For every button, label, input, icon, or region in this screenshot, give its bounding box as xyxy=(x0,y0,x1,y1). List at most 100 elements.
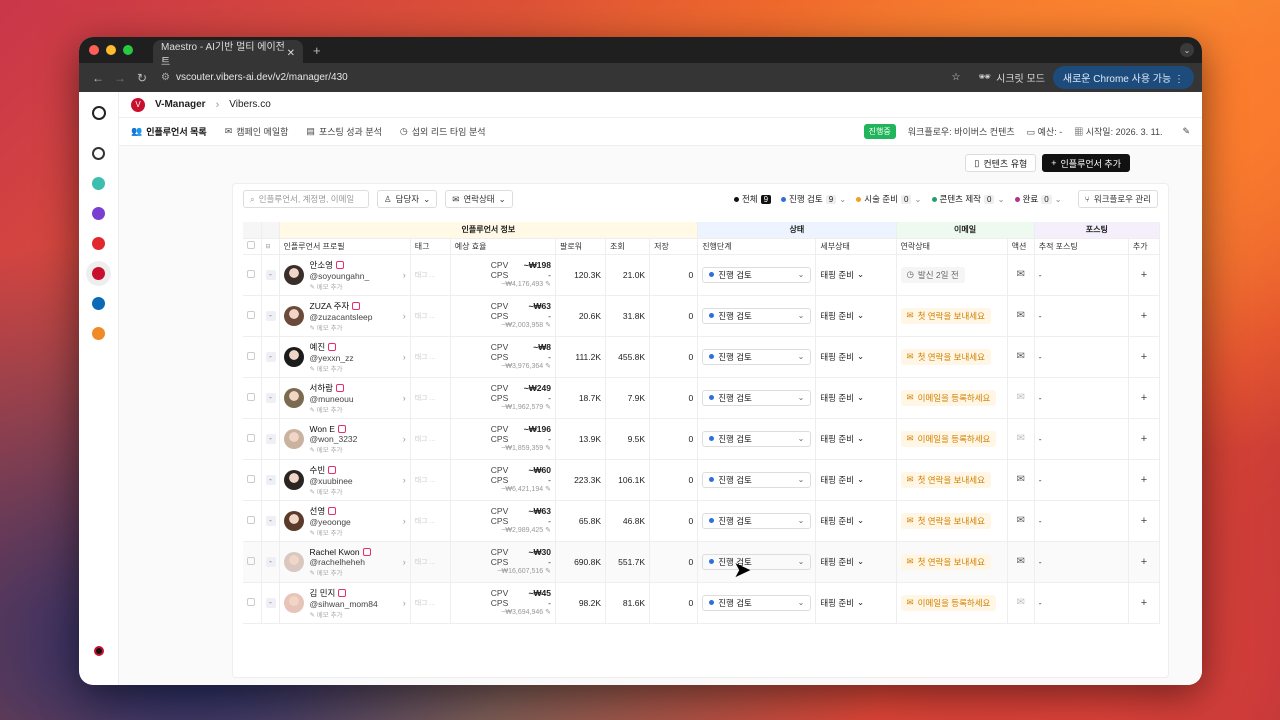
contact-status-badge[interactable]: ✉ 첫 연락을 보내세요 xyxy=(900,307,991,324)
memo-add[interactable]: 메모 추가 xyxy=(317,489,343,496)
add-posting-button[interactable]: + xyxy=(1128,500,1161,542)
contact-status-badge[interactable]: ◷ 발신 2일 전 xyxy=(900,266,965,283)
substatus-dropdown[interactable]: 태핑 준비 ⌄ xyxy=(820,556,891,568)
add-posting-button[interactable]: + xyxy=(1128,295,1161,337)
memo-add[interactable]: 메모 추가 xyxy=(317,407,343,414)
header-views[interactable]: 조회 xyxy=(605,238,651,255)
tag-cell[interactable]: 태그 ... xyxy=(410,459,451,501)
stat-3[interactable]: 콘텐츠 제작 0 ⌄ xyxy=(931,193,1005,205)
substatus-dropdown[interactable]: 태핑 준비 ⌄ xyxy=(820,515,891,527)
substatus-dropdown[interactable]: 태핑 준비 ⌄ xyxy=(820,597,891,609)
profile-cell[interactable]: 안소영 @soyoungahn_ ✎ 메모 추가 › xyxy=(279,254,411,296)
table-row[interactable]: - 예진 @yexxn_zz ✎ 메모 추가 › 태그 ... CPV ~₩8 C… xyxy=(243,336,1161,378)
row-checkbox[interactable] xyxy=(243,254,262,296)
tab-influencer-list[interactable]: 👥 인플루언서 목록 xyxy=(131,118,207,146)
stage-dropdown[interactable]: 진행 검토 ⌄ xyxy=(702,430,812,447)
header-contact[interactable]: 연락상태 xyxy=(896,238,1008,255)
row-collapse[interactable]: - xyxy=(261,541,280,583)
browser-tab[interactable]: Maestro - AI기반 멀티 에이전트 ✕ xyxy=(153,40,303,68)
contact-status-filter[interactable]: ✉ 연락상태 ⌄ xyxy=(445,190,513,208)
stage-dropdown[interactable]: 진행 검토 ⌄ xyxy=(702,553,812,570)
substatus-dropdown[interactable]: 태핑 준비 ⌄ xyxy=(820,433,891,445)
table-row[interactable]: - Rachel Kwon @rachelheheh ✎ 메모 추가 › 태그 … xyxy=(243,541,1161,583)
row-checkbox[interactable] xyxy=(243,336,262,378)
stat-4[interactable]: 완료 0 ⌄ xyxy=(1014,193,1062,205)
substatus-dropdown[interactable]: 태핑 준비 ⌄ xyxy=(820,310,891,322)
add-posting-button[interactable]: + xyxy=(1128,582,1161,624)
owner-filter[interactable]: ♙ 담당자 ⌄ xyxy=(377,190,438,208)
profile-cell[interactable]: 예진 @yexxn_zz ✎ 메모 추가 › xyxy=(279,336,411,378)
send-mail-button[interactable]: ✉ xyxy=(1007,377,1035,419)
row-collapse[interactable]: - xyxy=(261,295,280,337)
memo-add[interactable]: 메모 추가 xyxy=(317,530,343,537)
stat-1[interactable]: 진행 검토 9 ⌄ xyxy=(781,193,846,205)
send-mail-button[interactable]: ✉ xyxy=(1007,418,1035,460)
tag-cell[interactable]: 태그 ... xyxy=(410,377,451,419)
contact-status-badge[interactable]: ✉ 첫 연락을 보내세요 xyxy=(900,348,991,365)
edit-icon[interactable]: ✎ xyxy=(545,445,551,452)
stage-dropdown[interactable]: 진행 검토 ⌄ xyxy=(702,512,812,529)
edit-icon[interactable]: ✎ xyxy=(545,404,551,411)
tag-cell[interactable]: 태그 ... xyxy=(410,582,451,624)
row-collapse[interactable]: - xyxy=(261,336,280,378)
app-icon-2[interactable] xyxy=(92,177,105,190)
memo-add[interactable]: 메모 추가 xyxy=(317,612,343,619)
stat-0[interactable]: 전체 9 xyxy=(733,193,772,205)
substatus-dropdown[interactable]: 태핑 준비 ⌄ xyxy=(820,351,891,363)
tag-cell[interactable]: 태그 ... xyxy=(410,254,451,296)
content-type-button[interactable]: ▯ 컨텐츠 유형 xyxy=(965,154,1037,172)
contact-status-badge[interactable]: ✉ 이메일을 등록하세요 xyxy=(900,594,997,611)
stage-dropdown[interactable]: 진행 검토 ⌄ xyxy=(702,348,812,365)
contact-status-badge[interactable]: ✉ 첫 연락을 보내세요 xyxy=(900,471,991,488)
app-icon-4[interactable] xyxy=(92,237,105,250)
add-posting-button[interactable]: + xyxy=(1128,336,1161,378)
app-icon-3[interactable] xyxy=(92,207,105,220)
tab-lead-time-analysis[interactable]: ◷ 섭외 리드 타임 분석 xyxy=(400,118,486,146)
send-mail-button[interactable]: ✉ xyxy=(1007,295,1035,337)
edit-icon[interactable]: ✎ xyxy=(545,281,551,288)
send-mail-button[interactable]: ✉ xyxy=(1007,254,1035,296)
tag-cell[interactable]: 태그 ... xyxy=(410,500,451,542)
edit-icon[interactable]: ✎ xyxy=(545,609,551,616)
tab-posting-analysis[interactable]: ▤ 포스팅 성과 분석 xyxy=(306,118,381,146)
row-collapse[interactable]: - xyxy=(261,582,280,624)
send-mail-button[interactable]: ✉ xyxy=(1007,500,1035,542)
substatus-dropdown[interactable]: 태핑 준비 ⌄ xyxy=(820,392,891,404)
header-profile[interactable]: 인플루언서 프로필 xyxy=(279,238,411,255)
row-checkbox[interactable] xyxy=(243,295,262,337)
tab-campaign-mailbox[interactable]: ✉ 캠페인 메일함 xyxy=(225,118,289,146)
add-posting-button[interactable]: + xyxy=(1128,254,1161,296)
table-row[interactable]: - 선영 @yeoonge ✎ 메모 추가 › 태그 ... CPV ~₩63 C… xyxy=(243,500,1161,542)
header-efficiency[interactable]: 예상 효율 xyxy=(450,238,556,255)
table-row[interactable]: - Won E @won_3232 ✎ 메모 추가 › 태그 ... CPV ~₩… xyxy=(243,418,1161,460)
table-row[interactable]: - 안소영 @soyoungahn_ ✎ 메모 추가 › 태그 ... CPV ~… xyxy=(243,254,1161,296)
profile-cell[interactable]: ZUZA 주자 @zuzacantsleep ✎ 메모 추가 › xyxy=(279,295,411,337)
edit-icon[interactable]: ✎ xyxy=(545,363,551,370)
add-posting-button[interactable]: + xyxy=(1128,377,1161,419)
send-mail-button[interactable]: ✉ xyxy=(1007,336,1035,378)
stage-dropdown[interactable]: 진행 검토 ⌄ xyxy=(702,471,812,488)
new-tab-icon[interactable]: + xyxy=(313,43,321,58)
header-tracked[interactable]: 추적 포스팅 xyxy=(1034,238,1129,255)
row-collapse[interactable]: - xyxy=(261,377,280,419)
edit-icon[interactable]: ✎ xyxy=(545,322,551,329)
row-checkbox[interactable] xyxy=(243,459,262,501)
memo-add[interactable]: 메모 추가 xyxy=(317,325,343,332)
stage-dropdown[interactable]: 진행 검토 ⌄ xyxy=(702,307,812,324)
user-avatar[interactable] xyxy=(93,646,104,656)
stage-dropdown[interactable]: 진행 검토 ⌄ xyxy=(702,594,812,611)
substatus-dropdown[interactable]: 태핑 준비 ⌄ xyxy=(820,474,891,486)
header-tags[interactable]: 태그 xyxy=(410,238,451,255)
forward-icon[interactable]: → xyxy=(109,71,131,85)
row-checkbox[interactable] xyxy=(243,418,262,460)
row-collapse[interactable]: - xyxy=(261,254,280,296)
substatus-dropdown[interactable]: 태핑 준비 ⌄ xyxy=(820,269,891,281)
row-checkbox[interactable] xyxy=(243,500,262,542)
maximize-window-button[interactable] xyxy=(123,45,133,55)
edit-icon[interactable]: ✎ xyxy=(1182,126,1190,137)
row-checkbox[interactable] xyxy=(243,582,262,624)
chrome-update-button[interactable]: 새로운 Chrome 사용 가능 ⋮ xyxy=(1052,66,1194,89)
edit-icon[interactable]: ✎ xyxy=(545,486,551,493)
tag-cell[interactable]: 태그 ... xyxy=(410,295,451,337)
bookmark-star-icon[interactable]: ☆ xyxy=(951,72,960,83)
